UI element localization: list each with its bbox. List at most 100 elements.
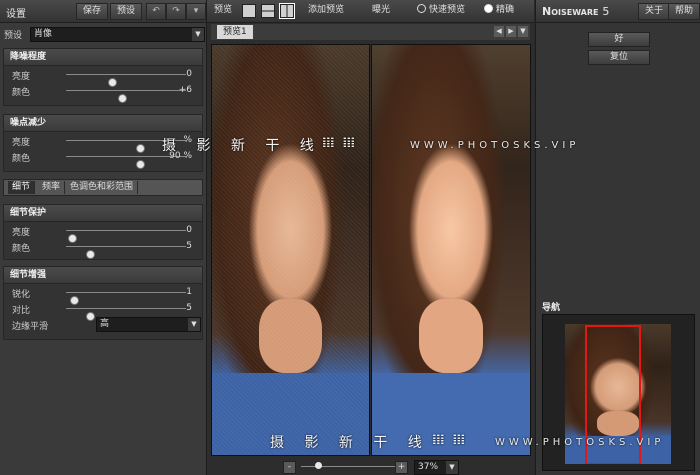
slider-label: 亮度 bbox=[12, 138, 31, 148]
detail-enhance-section: 细节增强 锐化 1 对比 5 边缘平滑 高 ▼ bbox=[3, 266, 203, 340]
preview-panel: 预览 添加预览 曝光 快速预览 精确 预览1 ◀ ▶ ▼ - + 37% ▼ bbox=[207, 0, 534, 475]
slider-track[interactable] bbox=[66, 292, 186, 305]
tab-color-range[interactable]: 色调色和彩范围 bbox=[66, 181, 139, 194]
reset-button[interactable]: 复位 bbox=[588, 50, 650, 65]
watermark-url: WWW.PHOTOSKS.VIP bbox=[410, 140, 580, 151]
slider-row: 对比 5 bbox=[4, 300, 202, 321]
edge-smoothing-select[interactable]: 高 ▼ bbox=[96, 317, 201, 332]
chevron-down-icon: ▼ bbox=[188, 318, 200, 331]
slider-thumb[interactable] bbox=[136, 160, 146, 169]
watermark-url: WWW.PHOTOSKS.VIP bbox=[495, 437, 665, 448]
brand-version: 5 bbox=[602, 5, 610, 18]
slider-row: 亮度 0 bbox=[4, 222, 202, 243]
original-image[interactable] bbox=[211, 44, 370, 456]
slider-value: 5 bbox=[186, 303, 192, 313]
zoom-bar: - + 37% ▼ bbox=[207, 458, 534, 475]
chevron-down-icon[interactable]: ▼ bbox=[518, 26, 528, 37]
edge-smoothing-value: 高 bbox=[100, 319, 110, 329]
watermark-text: 摄 影 新 干 线 bbox=[270, 435, 430, 451]
slider-value: 0 bbox=[186, 69, 192, 79]
slider-value: 1 bbox=[186, 287, 192, 297]
zoom-value: 37% bbox=[418, 462, 439, 472]
app-toolbar: Noiseware 5 关于 帮助 bbox=[536, 0, 700, 23]
split-horizontal-icon[interactable] bbox=[261, 4, 275, 18]
chevron-down-icon: ▼ bbox=[192, 28, 204, 41]
tab-detail[interactable]: 细节 bbox=[8, 181, 36, 194]
slider-thumb[interactable] bbox=[118, 94, 128, 103]
save-button[interactable]: 保存 bbox=[76, 3, 109, 20]
preview-label: 预览 bbox=[214, 5, 233, 15]
filtered-image[interactable] bbox=[371, 44, 531, 456]
settings-toolbar: 设置 保存 预设 ↶ ↷ ▾ bbox=[0, 0, 206, 23]
accurate-label: 精确 bbox=[496, 5, 515, 15]
section-title: 降噪程度 bbox=[4, 49, 202, 66]
about-button[interactable]: 关于 bbox=[638, 3, 671, 20]
slider-row: 锐化 1 bbox=[4, 284, 202, 305]
slider-track[interactable] bbox=[66, 246, 186, 259]
help-button[interactable]: 帮助 bbox=[668, 3, 700, 20]
fast-preview-label: 快速预览 bbox=[429, 5, 466, 15]
edge-smoothing-row: 边缘平滑 高 ▼ bbox=[4, 316, 202, 332]
preview-toolbar: 预览 添加预览 曝光 快速预览 精确 bbox=[207, 0, 534, 23]
undo-icon[interactable]: ↶ bbox=[146, 3, 166, 20]
slider-thumb[interactable] bbox=[86, 250, 95, 259]
ok-button[interactable]: 好 bbox=[588, 32, 650, 47]
zoom-select[interactable]: 37% ▼ bbox=[414, 460, 459, 475]
single-view-icon[interactable] bbox=[242, 4, 256, 18]
zoom-slider-thumb[interactable] bbox=[315, 462, 322, 469]
tab-frequency[interactable]: 频率 bbox=[38, 181, 66, 194]
preset-label: 预设 bbox=[4, 31, 23, 41]
slider-value: 0 bbox=[186, 225, 192, 235]
detail-protect-section: 细节保护 亮度 0 颜色 5 bbox=[3, 204, 203, 260]
detail-tabs: 细节 频率 色调色和彩范围 bbox=[3, 179, 203, 196]
zoom-slider[interactable] bbox=[301, 462, 399, 469]
settings-title: 设置 bbox=[6, 9, 26, 20]
watermark-logo: 𝍖𝍖 bbox=[322, 135, 364, 151]
watermark-logo: 𝍖𝍖 bbox=[432, 432, 474, 448]
chevron-left-icon[interactable]: ◀ bbox=[494, 26, 504, 37]
zoom-in-button[interactable]: + bbox=[395, 461, 408, 474]
slider-label: 对比 bbox=[12, 306, 31, 316]
chevron-right-icon[interactable]: ▶ bbox=[506, 26, 516, 37]
add-preview-button[interactable]: 添加预览 bbox=[303, 3, 349, 18]
zoom-out-button[interactable]: - bbox=[283, 461, 296, 474]
slider-value: +6 bbox=[178, 85, 192, 95]
app-logo: Noiseware 5 bbox=[542, 5, 609, 18]
split-vertical-icon[interactable] bbox=[279, 3, 295, 19]
chevron-down-icon: ▼ bbox=[446, 461, 458, 474]
slider-label: 亮度 bbox=[12, 72, 31, 82]
navigator-label: 导航 bbox=[542, 303, 561, 313]
settings-panel: 设置 保存 预设 ↶ ↷ ▾ 预设 肖像 ▼ 降噪程度 亮度 0 颜色 +6 噪… bbox=[0, 0, 207, 475]
preset-row: 预设 肖像 ▼ bbox=[4, 27, 205, 42]
slider-label: 颜色 bbox=[12, 88, 31, 98]
portrait-photo-denoised bbox=[372, 45, 530, 455]
watermark-text: 摄 影 新 干 线 bbox=[162, 138, 322, 154]
slider-track[interactable] bbox=[66, 308, 186, 321]
chevron-down-icon[interactable]: ▾ bbox=[186, 3, 206, 20]
slider-row: 颜色 5 bbox=[4, 238, 202, 259]
exposure-button[interactable]: 曝光 bbox=[367, 3, 395, 18]
preset-value: 肖像 bbox=[34, 29, 53, 39]
slider-label: 颜色 bbox=[12, 154, 31, 164]
radio-selected-icon bbox=[484, 4, 493, 13]
slider-track[interactable] bbox=[66, 74, 186, 87]
slider-track[interactable] bbox=[66, 156, 186, 169]
preset-button[interactable]: 预设 bbox=[110, 3, 143, 20]
noise-level-section: 降噪程度 亮度 0 颜色 +6 bbox=[3, 48, 203, 106]
slider-value: 5 bbox=[186, 241, 192, 251]
section-title: 细节保护 bbox=[4, 205, 202, 222]
radio-icon bbox=[417, 4, 426, 13]
preview-tabs: 预览1 ◀ ▶ ▼ bbox=[211, 24, 530, 40]
slider-track[interactable] bbox=[66, 230, 186, 243]
fast-preview-radio[interactable]: 快速预览 bbox=[412, 3, 470, 18]
preset-select[interactable]: 肖像 ▼ bbox=[30, 27, 205, 42]
redo-icon[interactable]: ↷ bbox=[166, 3, 186, 20]
section-title: 噪点减少 bbox=[4, 115, 202, 132]
brand-name: Noiseware bbox=[542, 5, 599, 18]
accurate-radio[interactable]: 精确 bbox=[479, 3, 519, 18]
tab-preview-1[interactable]: 预览1 bbox=[217, 25, 253, 39]
slider-label: 颜色 bbox=[12, 244, 31, 254]
slider-track[interactable] bbox=[66, 90, 186, 103]
slider-row: 亮度 0 bbox=[4, 66, 202, 87]
portrait-photo bbox=[212, 45, 369, 455]
